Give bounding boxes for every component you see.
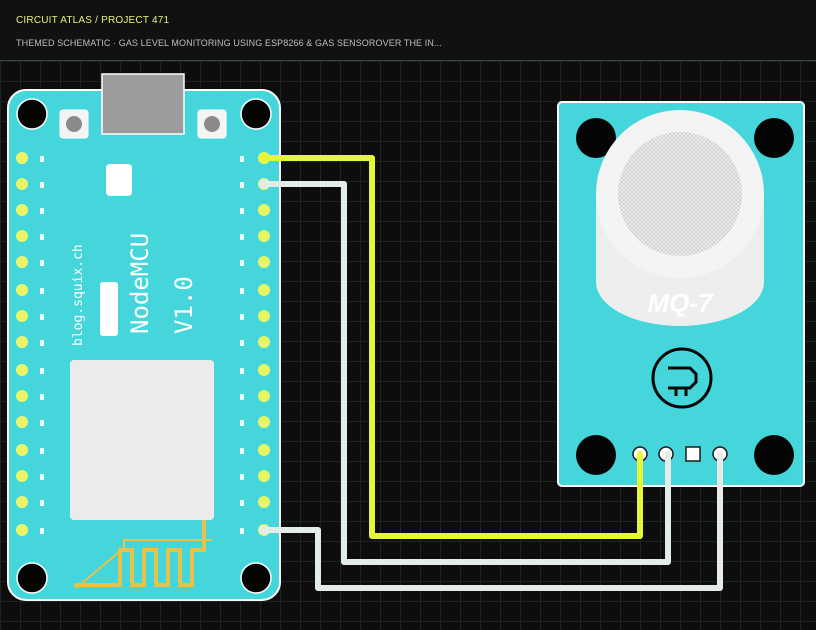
schematic-diagram: NodeMCU V1.0 blog.squix.ch MQ-7 — [7, 73, 805, 601]
usb-connector — [101, 73, 185, 135]
sensor-model-label: MQ-7 — [648, 288, 715, 318]
mq7-sensor-module: MQ-7 — [557, 101, 805, 487]
mounting-hole — [754, 435, 794, 475]
right-pin-header — [258, 152, 270, 536]
esp8266-module — [70, 360, 214, 520]
mounting-hole — [240, 562, 272, 594]
mounting-hole — [754, 118, 794, 158]
nodemcu-board: NodeMCU V1.0 blog.squix.ch — [7, 73, 281, 601]
voltage-regulator — [106, 164, 132, 196]
board-name-label: NodeMCU — [126, 233, 154, 334]
mounting-hole — [240, 98, 272, 130]
reset-button — [66, 116, 82, 132]
mounting-hole — [16, 562, 48, 594]
mounting-hole — [16, 98, 48, 130]
usb-chip — [100, 282, 118, 336]
sensor-pin — [685, 446, 701, 462]
board-version-label: V1.0 — [170, 276, 198, 334]
mounting-hole — [576, 435, 616, 475]
left-pin-header — [16, 152, 28, 536]
flash-button — [204, 116, 220, 132]
sensor-mesh — [618, 132, 742, 256]
board-site-label: blog.squix.ch — [71, 244, 86, 346]
